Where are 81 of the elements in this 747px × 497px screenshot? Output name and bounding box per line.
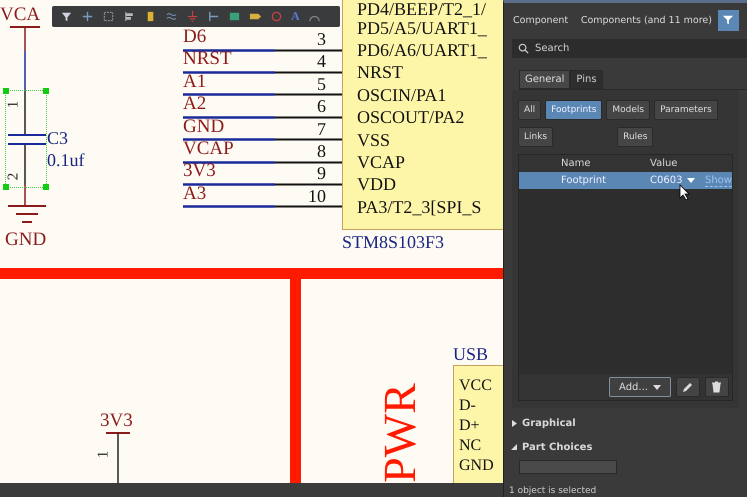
pin-name: GND	[459, 456, 494, 475]
expander-icon	[511, 444, 518, 450]
tab[interactable]: Pins	[570, 70, 603, 89]
status-text: 1 object is selected	[509, 486, 596, 496]
noerc-tool-icon[interactable]	[270, 10, 283, 23]
filter-chip[interactable]: All	[518, 100, 542, 120]
filter-tool-icon[interactable]	[60, 10, 73, 23]
net-label: VCA	[0, 4, 40, 26]
pin-name: VSS	[357, 130, 390, 149]
pin-number: 7	[316, 118, 326, 140]
pin-name: D+	[459, 416, 480, 435]
align-tool-icon[interactable]	[123, 10, 136, 23]
filter-summary: Components (and 11 more)	[580, 14, 712, 26]
column-header: Value	[649, 158, 678, 169]
search-icon	[518, 43, 529, 54]
filter-chip[interactable]: Rules	[617, 127, 654, 147]
net-label: A1	[183, 70, 206, 93]
pin-number: 2	[5, 172, 22, 180]
expander-icon	[511, 420, 518, 426]
select-tool-icon[interactable]	[102, 10, 115, 23]
add-button[interactable]: Add...	[608, 377, 671, 397]
image-tool-icon[interactable]	[228, 10, 241, 23]
search-field[interactable]: Search	[512, 39, 747, 58]
pin-number: 3	[316, 28, 326, 50]
pin-name: VDD	[357, 175, 396, 194]
filter-button[interactable]	[718, 10, 739, 30]
caret-icon	[652, 384, 661, 390]
pin-name: NC	[459, 436, 482, 455]
designator: USB	[453, 343, 488, 365]
filter-chip[interactable]: Models	[606, 100, 650, 120]
edit-button[interactable]	[676, 377, 700, 397]
pin-number: 6	[316, 95, 326, 118]
pin-name: OSCOUT/PA2	[357, 108, 464, 126]
tab[interactable]: General	[519, 70, 570, 89]
pin-number: 5	[316, 72, 326, 95]
section-header[interactable]: Part Choices	[511, 441, 747, 453]
cursor-icon	[679, 184, 691, 201]
net-label: VCAP	[183, 138, 234, 160]
search-input[interactable]: Search	[535, 40, 747, 57]
net-label: A2	[183, 93, 206, 116]
caret-icon	[687, 178, 696, 183]
sheet-label: PWR	[376, 383, 423, 483]
pin-name: PD4/BEEP/T2_1/	[357, 0, 486, 18]
pin-number: 1	[5, 100, 22, 108]
filter-chip[interactable]: Parameters	[654, 100, 718, 120]
net-label: NRST	[183, 48, 232, 70]
pin-number: 9	[316, 162, 326, 184]
net-label: D6	[183, 26, 206, 48]
pin-name: OSCIN/PA1	[357, 86, 446, 104]
plus-tool-icon[interactable]	[81, 10, 94, 23]
selection-box[interactable]	[5, 90, 47, 188]
pin-number: 8	[316, 140, 326, 162]
pin-name: VCAP	[357, 153, 406, 171]
filter-chip[interactable]: Links	[518, 127, 554, 147]
net-label: A3	[183, 182, 206, 205]
pin-name: NRST	[357, 63, 404, 82]
trash-icon	[711, 381, 722, 393]
pin-number: 1	[95, 450, 112, 458]
filter-icon	[722, 14, 734, 26]
column-header: Name	[560, 158, 592, 169]
pin-name: D-	[459, 396, 476, 415]
pin-name: VCC	[459, 376, 492, 395]
pin-number: 4	[316, 50, 326, 72]
pin-name: PD6/A6/UART1_	[357, 41, 487, 59]
pin-number: 10	[307, 184, 326, 207]
ground-tool-icon[interactable]	[186, 10, 199, 23]
net-label: GND	[183, 116, 224, 138]
pencil-icon	[682, 381, 694, 393]
pin-tool-icon[interactable]	[207, 10, 220, 23]
section-header[interactable]: Graphical	[511, 417, 747, 429]
delete-button[interactable]	[704, 377, 729, 397]
pin-name: PA3/T2_3[SPI_S	[357, 198, 482, 216]
net-label: GND	[5, 229, 46, 251]
panel-title: Component	[513, 14, 568, 26]
table-cell-text: Footprint	[560, 175, 608, 186]
net-label: 3V3	[100, 410, 133, 432]
net-label: 3V3	[183, 160, 216, 182]
designator: C3	[47, 127, 68, 149]
designator: STM8S103F3	[342, 231, 444, 253]
component-value: 0.1uf	[47, 149, 84, 171]
pin-name: PD5/A5/UART1_	[357, 18, 487, 37]
